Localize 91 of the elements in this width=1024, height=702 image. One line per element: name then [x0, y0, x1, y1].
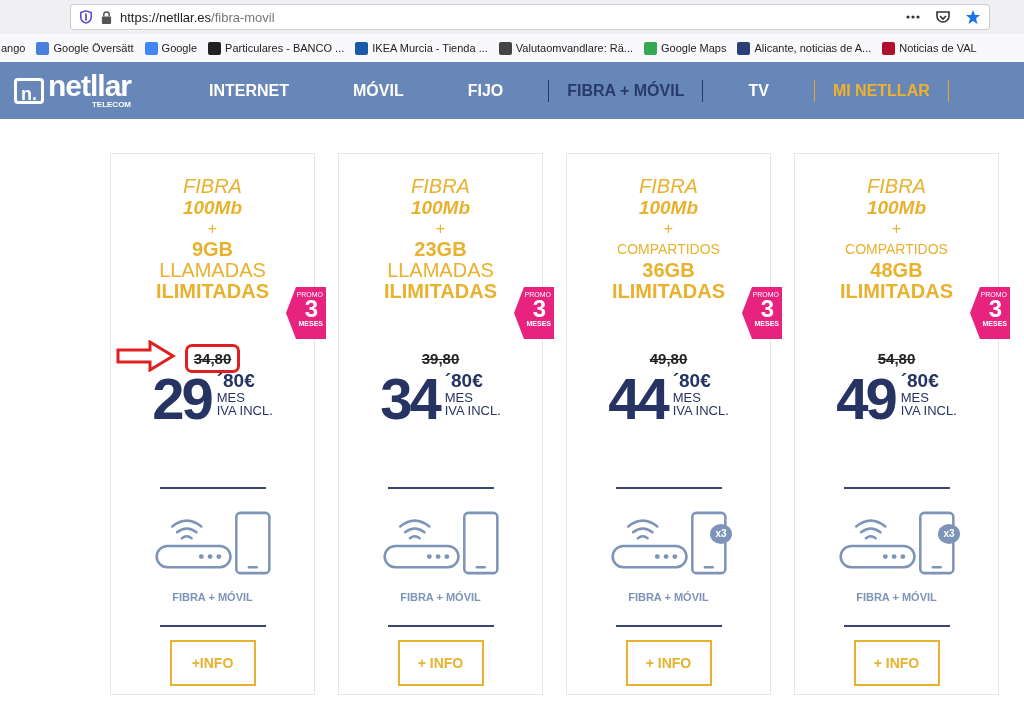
plan-feature-text: FIBRA: [183, 176, 242, 197]
old-price: 49,80: [648, 349, 689, 369]
favicon-icon: [644, 41, 658, 55]
nav-link[interactable]: FIBRA + MÓVIL: [548, 79, 704, 102]
plan-feature-text: 23GB: [414, 239, 467, 260]
plan-feature-text: COMPARTIDOS: [845, 240, 948, 259]
bookmark-item[interactable]: Google: [144, 41, 198, 55]
price-euros: 34: [380, 371, 439, 427]
bookmark-item[interactable]: Particulares - BANCO ...: [208, 41, 345, 55]
price-euros: 49: [836, 371, 895, 427]
plan-feature-text: 100Mb: [638, 197, 699, 218]
favicon-icon: [208, 41, 222, 55]
tax-note: IVA INCL.: [216, 404, 273, 417]
plan-feature-text: LLAMADAS: [159, 260, 266, 281]
favicon-icon: [498, 41, 512, 55]
router-phone-icon: [153, 509, 272, 577]
router-phone-icon: [837, 509, 956, 577]
service-label: FIBRA + MÓVIL: [628, 591, 709, 603]
plan-feature-text: LLAMADAS: [387, 260, 494, 281]
plan-feature-text: 36GB: [642, 260, 695, 281]
price-euros: 29: [152, 371, 211, 427]
price-cents: ´80€: [900, 371, 940, 391]
bookmark-item[interactable]: Valutaomvandlare: Rä...: [498, 41, 634, 55]
tax-note: IVA INCL.: [900, 404, 957, 417]
plan-feature-text: ILIMITADAS: [384, 281, 497, 302]
plan-feature-text: 9GB: [191, 239, 234, 260]
plan-feature-text: +: [435, 219, 446, 239]
plan-feature-text: 100Mb: [410, 197, 471, 218]
favicon-icon: [882, 41, 896, 55]
url-text: https://netllar.es/fibra-movil: [120, 9, 276, 25]
shield-icon: [79, 10, 93, 24]
router-phone-icon: [381, 509, 500, 577]
price-period: MES: [216, 391, 246, 404]
plan-feature-text: ILIMITADAS: [840, 281, 953, 302]
plan-feature-text: ILIMITADAS: [612, 281, 725, 302]
plan-feature-text: 100Mb: [182, 197, 243, 218]
favicon-icon: [144, 41, 158, 55]
shared-badge: x3: [938, 524, 960, 544]
plan-feature-text: FIBRA: [867, 176, 926, 197]
shared-badge: x3: [710, 524, 732, 544]
favicon-icon: [737, 41, 751, 55]
nav-link[interactable]: MÓVIL: [334, 79, 423, 102]
service-label: FIBRA + MÓVIL: [172, 591, 253, 603]
bookmark-item[interactable]: Noticias de VAL: [882, 41, 977, 55]
lock-icon: [101, 10, 112, 24]
nav-link[interactable]: FIJO: [448, 79, 523, 102]
old-price: 39,80: [420, 349, 461, 369]
tax-note: IVA INCL.: [444, 404, 501, 417]
price-euros: 44: [608, 371, 667, 427]
favicon-icon: [36, 41, 50, 55]
logo-subtitle: TELECOM: [91, 100, 132, 109]
service-label: FIBRA + MÓVIL: [400, 591, 481, 603]
service-label: FIBRA + MÓVIL: [856, 591, 937, 603]
star-icon[interactable]: [965, 9, 981, 25]
old-price: 54,80: [876, 349, 917, 369]
pocket-icon[interactable]: [935, 9, 951, 25]
bookmark-item[interactable]: Alicante, noticias de A...: [737, 41, 872, 55]
nav-link[interactable]: TV: [729, 79, 788, 102]
router-phone-icon: [609, 509, 728, 577]
plan-feature-text: 100Mb: [866, 197, 927, 218]
plan-feature-text: +: [663, 219, 674, 239]
plan-feature-text: ILIMITADAS: [156, 281, 269, 302]
tax-note: IVA INCL.: [672, 404, 729, 417]
nav-link[interactable]: INTERNET: [190, 79, 308, 102]
arrow-icon: [116, 340, 176, 372]
old-price: 34,80: [184, 344, 241, 373]
plan-feature-text: FIBRA: [411, 176, 470, 197]
info-button[interactable]: + INFO: [397, 640, 484, 686]
address-bar[interactable]: https://netllar.es/fibra-movil: [70, 4, 990, 30]
price-period: MES: [900, 391, 930, 404]
plan-feature-text: +: [207, 219, 218, 239]
favicon-icon: [355, 41, 369, 55]
plan-feature-text: 48GB: [870, 260, 923, 281]
price-period: MES: [672, 391, 702, 404]
logo-mark: n.: [14, 77, 44, 104]
bookmark-item[interactable]: Google Översätt: [36, 41, 134, 55]
nav-link[interactable]: MI NETLLAR: [813, 79, 949, 102]
bookmark-item[interactable]: Google Maps: [644, 41, 727, 55]
price-period: MES: [444, 391, 474, 404]
bookmark-item[interactable]: ango: [1, 42, 26, 54]
info-button[interactable]: + INFO: [853, 640, 940, 686]
plan-feature-text: +: [891, 219, 902, 239]
plan-feature-text: FIBRA: [639, 176, 698, 197]
plan-feature-text: COMPARTIDOS: [617, 240, 720, 259]
price-cents: ´80€: [444, 371, 484, 391]
info-button[interactable]: + INFO: [625, 640, 712, 686]
price-cents: ´80€: [216, 371, 256, 391]
price-cents: ´80€: [672, 371, 712, 391]
info-button[interactable]: +INFO: [169, 640, 256, 686]
logo[interactable]: netllar: [48, 72, 132, 100]
bookmark-item[interactable]: IKEA Murcia - Tienda ...: [355, 41, 488, 55]
